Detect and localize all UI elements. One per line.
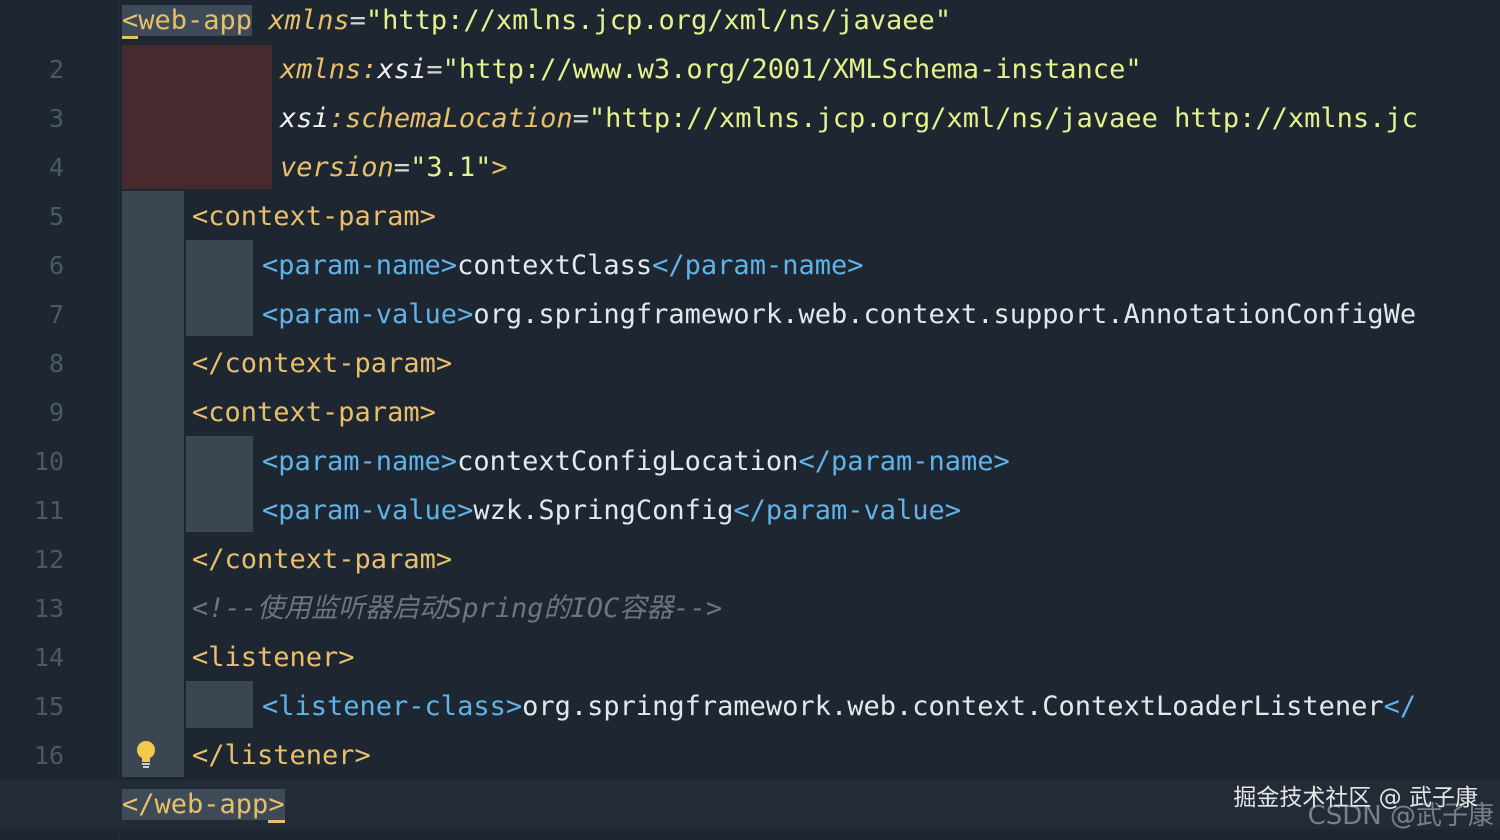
code-line[interactable]: 7 <param-name>contextClass</param-name> bbox=[0, 241, 1500, 329]
tag-open-context-param: <context-param> bbox=[192, 397, 436, 428]
code-text: <web-app xmlns="http://xmlns.jcp.org/xml… bbox=[122, 0, 951, 45]
attribute-value: "3.1" bbox=[410, 152, 492, 183]
tag-close-web-app: </web-app> bbox=[122, 789, 285, 823]
code-text: version="3.1"> bbox=[280, 143, 508, 192]
attribute-value: "http://xmlns.jcp.org/xml/ns/javaee" bbox=[365, 5, 952, 36]
equals-sign: = bbox=[426, 54, 443, 85]
attribute-name: version bbox=[280, 152, 394, 183]
code-text: <param-name>contextClass</param-name> bbox=[262, 241, 863, 290]
tag-close-listener: </listener> bbox=[192, 740, 371, 771]
watermark-juejin: 掘金技术社区 @ 武子康 bbox=[1233, 785, 1478, 811]
code-line[interactable]: 6 <context-param> bbox=[0, 192, 1500, 280]
element-text: org.springframework.web.context.ContextL… bbox=[522, 691, 1384, 722]
code-line[interactable]: 13 </context-param> bbox=[0, 535, 1500, 623]
code-line[interactable]: 9 </context-param> bbox=[0, 339, 1500, 427]
tag-open-context-param: <context-param> bbox=[192, 201, 436, 232]
tag-open-param-value: <param-value> bbox=[262, 299, 474, 330]
element-text: contextClass bbox=[457, 250, 653, 281]
code-line[interactable]: 11 <param-name>contextConfigLocation</pa… bbox=[0, 437, 1500, 525]
attribute-name: schemaLocation bbox=[345, 103, 573, 134]
element-text: wzk.SpringConfig bbox=[473, 495, 734, 526]
tag-open-listener-class: <listener-class> bbox=[262, 691, 523, 722]
tag-open-listener: <listener> bbox=[192, 642, 355, 673]
xml-comment: <!--使用监听器启动Spring的IOC容器--> bbox=[192, 593, 723, 624]
tag-close-param-name: </param-name> bbox=[652, 250, 864, 281]
tag-open-param-value: <param-value> bbox=[262, 495, 474, 526]
tag-close-context-param: </context-param> bbox=[192, 544, 453, 575]
element-text: org.springframework.web.context.support.… bbox=[473, 299, 1417, 330]
tag-open-param-name: <param-name> bbox=[262, 446, 458, 477]
namespace-prefix: xsi bbox=[280, 103, 329, 134]
lightbulb-icon[interactable] bbox=[135, 740, 157, 770]
code-line[interactable]: 4 xsi:schemaLocation="http://xmlns.jcp.o… bbox=[0, 94, 1500, 182]
equals-sign: = bbox=[349, 5, 366, 36]
tag-open-web-app: <web-app bbox=[122, 5, 253, 39]
element-text: contextConfigLocation bbox=[457, 446, 799, 477]
tag-open-param-name: <param-name> bbox=[262, 250, 458, 281]
code-line[interactable]: 3 xmlns:xsi="http://www.w3.org/2001/XMLS… bbox=[0, 45, 1500, 133]
attribute-value: "http://www.w3.org/2001/XMLSchema-instan… bbox=[442, 54, 1142, 85]
attribute-prefix: xmlns bbox=[280, 54, 362, 85]
attribute-name: xsi bbox=[377, 54, 427, 85]
equals-sign: = bbox=[393, 152, 411, 183]
code-line[interactable]: 14 <!--使用监听器启动Spring的IOC容器--> bbox=[0, 584, 1500, 672]
tag-close-context-param: </context-param> bbox=[192, 348, 453, 379]
tag-close-param-value: </param-value> bbox=[733, 495, 961, 526]
code-line[interactable]: 15 <listener> bbox=[0, 633, 1500, 721]
code-line[interactable]: 16 <listener-class>org.springframework.w… bbox=[0, 682, 1500, 770]
tag-close-param-name: </param-name> bbox=[798, 446, 1010, 477]
code-line[interactable]: 17 </listener> bbox=[0, 731, 1500, 819]
tag-close-listener-class: </ bbox=[1383, 691, 1417, 722]
attribute-colon: : bbox=[328, 103, 346, 134]
equals-sign: = bbox=[572, 103, 589, 134]
code-text: xmlns:xsi="http://www.w3.org/2001/XMLSch… bbox=[280, 45, 1142, 94]
code-line[interactable]: 12 <param-value>wzk.SpringConfig</param-… bbox=[0, 486, 1500, 574]
code-text: <param-value>org.springframework.web.con… bbox=[262, 290, 1416, 339]
code-text: <param-value>wzk.SpringConfig</param-val… bbox=[262, 486, 961, 535]
code-line[interactable]: 5 version="3.1"> bbox=[0, 143, 1500, 231]
attribute-value: "http://xmlns.jcp.org/xml/ns/javaee http… bbox=[588, 103, 1418, 134]
attribute-colon: : bbox=[361, 54, 378, 85]
code-text: <listener-class>org.springframework.web.… bbox=[262, 682, 1416, 731]
code-text: <param-name>contextConfigLocation</param… bbox=[262, 437, 1010, 486]
tag-close-bracket: > bbox=[491, 152, 508, 183]
line-number: 18 bbox=[0, 829, 64, 840]
code-line[interactable]: 8 <param-value>org.springframework.web.c… bbox=[0, 290, 1500, 378]
code-text: xsi:schemaLocation="http://xmlns.jcp.org… bbox=[280, 94, 1418, 143]
code-editor[interactable]: 2 <web-app xmlns="http://xmlns.jcp.org/x… bbox=[0, 0, 1500, 840]
attribute-name: xmlns bbox=[268, 5, 350, 36]
code-text: </web-app> bbox=[122, 780, 285, 829]
code-line[interactable]: 2 <web-app xmlns="http://xmlns.jcp.org/x… bbox=[0, 0, 1500, 84]
code-line[interactable]: 10 <context-param> bbox=[0, 388, 1500, 476]
